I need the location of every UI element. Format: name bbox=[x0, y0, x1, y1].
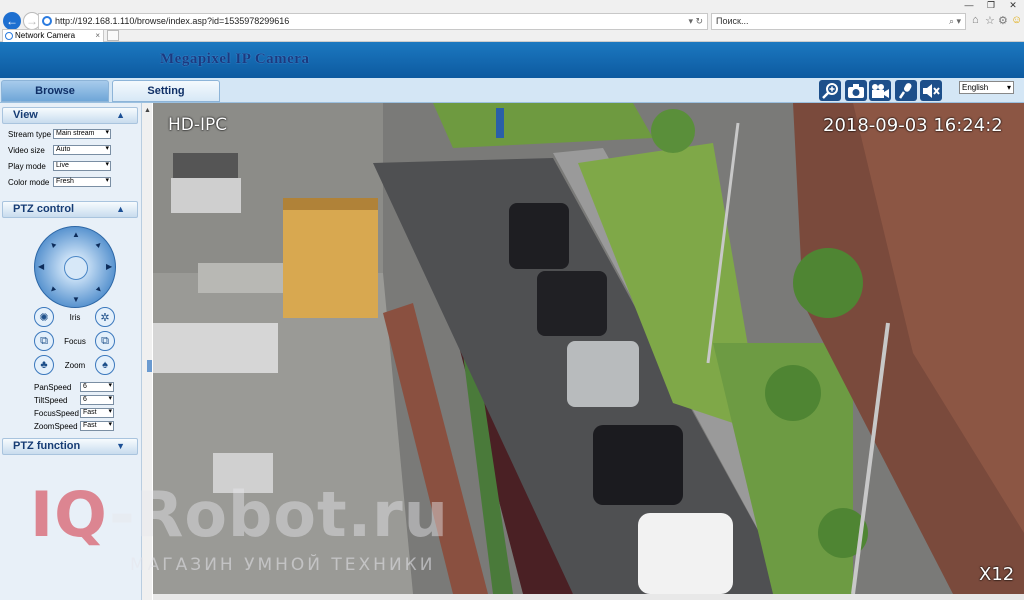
tab-title: Network Camera bbox=[15, 31, 76, 40]
search-placeholder: Поиск... bbox=[716, 16, 749, 26]
watermark-brand: IQ-Robot.ru bbox=[30, 478, 449, 551]
speaker-mute-icon[interactable] bbox=[920, 80, 942, 101]
favorites-star-icon[interactable]: ☆ bbox=[985, 14, 995, 27]
watermark-brand-rest: -Robot.ru bbox=[108, 478, 449, 551]
ptz-up-left-arrow-icon[interactable]: ▲ bbox=[47, 239, 59, 251]
zoom-speed-select[interactable]: Fast bbox=[80, 421, 114, 431]
zoom-in-icon[interactable] bbox=[819, 80, 841, 101]
snapshot-camera-icon[interactable] bbox=[845, 80, 867, 101]
pan-speed-select[interactable]: 6 bbox=[80, 382, 114, 392]
app-title: Megapixel IP Camera bbox=[160, 51, 310, 67]
watermark-tagline: МАГАЗИН УМНОЙ ТЕХНИКИ bbox=[130, 555, 436, 575]
pan-speed-label: PanSpeed bbox=[34, 383, 72, 392]
tab-close-icon[interactable]: × bbox=[95, 30, 100, 42]
main-tab-bar: Browse Setting English bbox=[0, 78, 1024, 103]
tilt-speed-label: TiltSpeed bbox=[34, 396, 68, 405]
play-mode-select[interactable]: Live bbox=[53, 161, 111, 171]
search-box[interactable]: Поиск... ⌕ ▾ bbox=[711, 13, 966, 30]
focus-far-icon[interactable]: ⧉ bbox=[95, 331, 115, 351]
url-text: http://192.168.1.110/browse/index.asp?id… bbox=[55, 16, 290, 26]
new-tab-button[interactable] bbox=[107, 30, 119, 41]
color-mode-label: Color mode bbox=[8, 178, 50, 187]
focus-speed-select[interactable]: Fast bbox=[80, 408, 114, 418]
view-panel-header[interactable]: View ▲ bbox=[2, 107, 138, 124]
browser-chrome: ← → http://192.168.1.110/browse/index.as… bbox=[0, 0, 1024, 42]
ptz-down-right-arrow-icon[interactable]: ▼ bbox=[93, 284, 105, 296]
home-icon[interactable]: ⌂ bbox=[972, 14, 979, 26]
tilt-speed-select[interactable]: 6 bbox=[80, 395, 114, 405]
tab-setting[interactable]: Setting bbox=[112, 80, 220, 102]
smiley-feedback-icon[interactable]: ☺ bbox=[1011, 14, 1022, 26]
minimize-button[interactable]: — bbox=[958, 0, 980, 10]
ptz-up-arrow-icon[interactable]: ▲ bbox=[72, 230, 80, 239]
ie-logo-icon bbox=[42, 16, 52, 26]
ptz-center-button[interactable] bbox=[64, 256, 88, 280]
tab-favicon-icon bbox=[5, 32, 13, 40]
osd-timestamp: 2018-09-03 16:24:2 bbox=[823, 115, 1003, 136]
ptz-right-arrow-icon[interactable]: ▶ bbox=[106, 262, 112, 271]
iris-label: Iris bbox=[69, 313, 81, 322]
zoom-label: Zoom bbox=[64, 361, 86, 370]
zoom-in-tree-icon[interactable]: ♠ bbox=[95, 355, 115, 375]
search-icon[interactable]: ⌕ ▾ bbox=[949, 14, 961, 29]
scroll-up-arrow-icon[interactable]: ▲ bbox=[144, 107, 151, 114]
video-size-select[interactable]: Auto bbox=[53, 145, 111, 155]
tab-browse[interactable]: Browse bbox=[1, 80, 109, 102]
zoom-speed-label: ZoomSpeed bbox=[34, 422, 78, 431]
ptz-up-right-arrow-icon[interactable]: ▲ bbox=[93, 239, 105, 251]
language-select[interactable]: English bbox=[959, 81, 1014, 94]
ptz-function-header[interactable]: PTZ function ▼ bbox=[2, 438, 138, 455]
record-video-icon[interactable] bbox=[869, 80, 891, 101]
ptz-function-title: PTZ function bbox=[13, 440, 81, 452]
chevron-up-icon[interactable]: ▲ bbox=[116, 202, 125, 217]
iris-close-icon[interactable]: ✲ bbox=[95, 307, 115, 327]
stream-type-select[interactable]: Main stream bbox=[53, 129, 111, 139]
view-panel-title: View bbox=[13, 109, 38, 121]
window-controls: — ❐ ✕ bbox=[958, 0, 1024, 12]
ptz-down-left-arrow-icon[interactable]: ▼ bbox=[47, 284, 59, 296]
refresh-icon[interactable]: ▾ ↻ bbox=[688, 14, 703, 29]
address-bar[interactable]: http://192.168.1.110/browse/index.asp?id… bbox=[38, 13, 708, 30]
zoom-out-tree-icon[interactable]: ♣ bbox=[34, 355, 54, 375]
video-size-label: Video size bbox=[8, 146, 45, 155]
gear-icon[interactable]: ⚙ bbox=[998, 14, 1008, 27]
sidebar-collapse-handle[interactable] bbox=[147, 360, 152, 372]
watermark-brand-red: IQ bbox=[30, 478, 109, 551]
ptz-control-header[interactable]: PTZ control ▲ bbox=[2, 201, 138, 218]
ptz-left-arrow-icon[interactable]: ◀ bbox=[38, 262, 44, 271]
osd-zoom-level: X12 bbox=[979, 564, 1015, 585]
app-header: Megapixel IP Camera bbox=[0, 42, 1024, 78]
focus-speed-label: FocusSpeed bbox=[34, 409, 79, 418]
restore-button[interactable]: ❐ bbox=[980, 0, 1002, 11]
video-bottom-bar bbox=[153, 594, 1024, 600]
color-mode-select[interactable]: Fresh bbox=[53, 177, 111, 187]
osd-camera-name: HD-IPC bbox=[168, 115, 228, 135]
chevron-up-icon[interactable]: ▲ bbox=[116, 108, 125, 123]
back-arrow-icon[interactable]: ← bbox=[3, 12, 21, 30]
chevron-down-icon[interactable]: ▼ bbox=[116, 439, 125, 454]
stream-type-label: Stream type bbox=[8, 130, 52, 139]
ptz-direction-wheel[interactable]: ▲ ▼ ◀ ▶ ▲ ▲ ▼ ▼ bbox=[34, 226, 116, 308]
iris-open-icon[interactable]: ✺ bbox=[34, 307, 54, 327]
play-mode-label: Play mode bbox=[8, 162, 46, 171]
focus-label: Focus bbox=[64, 337, 86, 346]
close-window-button[interactable]: ✕ bbox=[1002, 0, 1024, 11]
ptz-control-title: PTZ control bbox=[13, 203, 75, 215]
ptz-down-arrow-icon[interactable]: ▼ bbox=[72, 295, 80, 304]
focus-near-icon[interactable]: ⧉ bbox=[34, 331, 54, 351]
microphone-icon[interactable] bbox=[895, 80, 917, 101]
browser-tab[interactable]: Network Camera × bbox=[2, 29, 104, 42]
